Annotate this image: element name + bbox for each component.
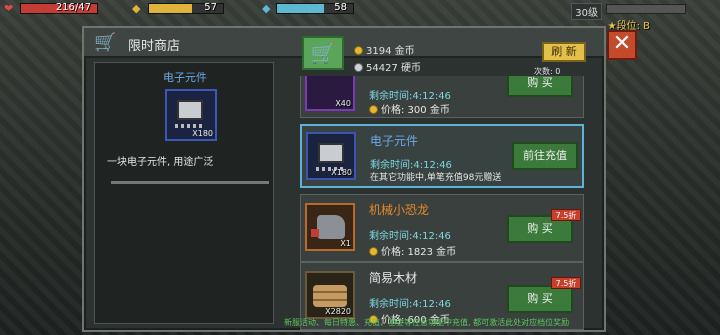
shop-cart-button[interactable]: 🛒 [302, 36, 344, 70]
detail-item-name: 电子元件 [163, 71, 207, 84]
buy-button[interactable]: 购 买 [507, 76, 573, 97]
wood-icon [313, 285, 347, 307]
list-item-selected[interactable]: X180 电子元件 剩余时间:4:12:46 在其它功能中,单笔充值98元赠送 … [300, 124, 584, 188]
dialog-title-bar: 🛒 限时商店 [84, 28, 604, 58]
robot-dino-icon [311, 215, 345, 239]
item-time: 剩余时间:4:12:46 [369, 91, 451, 102]
coin-balance-text: 54427 硬币 [366, 63, 421, 74]
energy-bar: 57 [148, 2, 224, 14]
item-thumbnail: X2820 [305, 271, 355, 319]
hp-value: 216/47 [55, 2, 91, 13]
divider [111, 181, 269, 184]
top-hud: ❤ 216/47 ◆ 57 ◆ 58 30级 ★段位: B [0, 0, 720, 32]
item-price-text: 价格: 1823 金币 [381, 247, 457, 258]
item-quantity: X1 [340, 239, 351, 248]
shop-item-list[interactable]: X40 剩余时间:4:12:46 价格: 300 金币 购 买 X180 电子元… [296, 76, 588, 332]
item-thumbnail: X1 [305, 203, 355, 251]
dialog-title: 限时商店 [128, 39, 181, 54]
item-quantity: X2820 [325, 307, 351, 316]
discount-badge: 7.5折 [551, 277, 581, 289]
detail-item-quantity: X180 [192, 129, 213, 138]
coin-balance: 54427 硬币 [354, 59, 421, 74]
detail-item-description: 一块电子元件, 用途广泛 [107, 157, 214, 168]
level-progress-bar [606, 4, 686, 14]
item-price-text: 价格: 300 金币 [381, 105, 450, 116]
game-screen: ❤ 216/47 ◆ 57 ◆ 58 30级 ★段位: B 🛒 限时商店 电子元… [0, 0, 720, 335]
chip-icon [316, 143, 346, 171]
footer-notice: 新服活动、每日特惠、充值、基金等任意功能中充值, 都可激活此处对应档位奖励 [284, 318, 570, 327]
gold-coin-icon [369, 247, 378, 256]
shield-bar: 58 [276, 2, 354, 14]
refresh-button[interactable]: 刷 新 [542, 42, 586, 62]
item-name: 机械小恐龙 [369, 203, 430, 217]
gold-balance-text: 3194 金币 [366, 46, 415, 57]
chip-icon [175, 100, 205, 128]
shop-cart-icon: 🛒 [94, 32, 117, 53]
energy-value: 57 [204, 2, 217, 13]
gold-coin-icon [354, 46, 363, 55]
list-item[interactable]: X40 剩余时间:4:12:46 价格: 300 金币 购 买 [300, 76, 584, 118]
hp-bar: 216/47 [20, 2, 98, 14]
item-name: 电子元件 [370, 134, 419, 148]
item-time: 剩余时间:4:12:46 [369, 231, 451, 242]
gold-coin-icon [369, 105, 378, 114]
item-quantity: X40 [335, 99, 351, 108]
heart-icon: ❤ [4, 2, 14, 15]
item-time: 剩余时间:4:12:46 [369, 299, 451, 310]
go-recharge-button[interactable]: 前往充值 [512, 142, 578, 170]
detail-item-image: X180 [165, 89, 217, 141]
item-time: 剩余时间:4:12:46 [370, 160, 452, 171]
item-thumbnail: X180 [306, 132, 356, 180]
item-thumbnail: X40 [305, 76, 355, 111]
discount-badge: 7.5折 [551, 209, 581, 221]
item-price: 在其它功能中,单笔充值98元赠送 [370, 173, 502, 183]
item-quantity: X180 [331, 168, 352, 177]
close-button[interactable]: ✕ [607, 30, 637, 60]
energy-icon: ◆ [132, 2, 141, 15]
limited-shop-dialog: 🛒 限时商店 电子元件 X180 一块电子元件, 用途广泛 🛒 3194 金币 … [82, 26, 606, 332]
player-level: 30级 [571, 3, 602, 20]
gold-balance: 3194 金币 [354, 42, 415, 57]
list-item[interactable]: X1 机械小恐龙 剩余时间:4:12:46 价格: 1823 金币 购 买 7.… [300, 194, 584, 262]
silver-coin-icon [354, 63, 363, 72]
shield-icon: ◆ [262, 2, 271, 15]
item-price: 价格: 300 金币 [369, 101, 450, 116]
shield-value: 58 [334, 2, 347, 13]
item-name: 简易木材 [369, 271, 418, 285]
item-detail-panel: 电子元件 X180 一块电子元件, 用途广泛 [94, 62, 274, 324]
item-price: 价格: 1823 金币 [369, 243, 456, 258]
